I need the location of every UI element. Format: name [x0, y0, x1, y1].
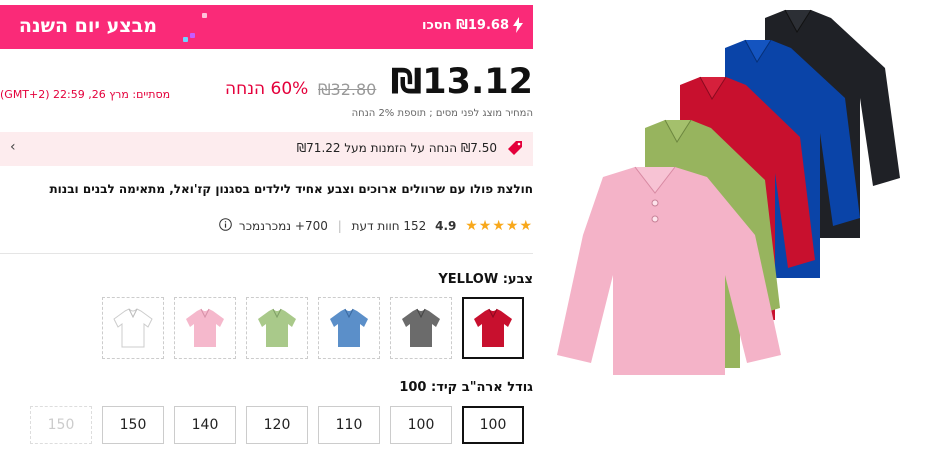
color-swatch-red[interactable]	[462, 297, 524, 359]
rating-row[interactable]: ★★★★★ 4.9 152 חוות דעת | 700+ נמכרנמכר	[219, 218, 533, 234]
product-title: חולצת פולו עם שרוולים ארוכים וצבע אחיד ל…	[49, 182, 533, 196]
coupon-bar[interactable]: ₪7.50 הנחה על הזמנות מעל ₪71.22 ‹	[0, 132, 533, 166]
color-swatch-green[interactable]	[246, 297, 308, 359]
shirt-thumbnail	[186, 308, 224, 347]
size-option[interactable]: 100	[462, 406, 524, 444]
size-option[interactable]: 140	[174, 406, 236, 444]
coupon-text: ₪7.50 הנחה על הזמנות מעל ₪71.22	[296, 141, 497, 155]
divider	[0, 253, 533, 254]
size-option[interactable]: 120	[246, 406, 308, 444]
size-option[interactable]: 110	[318, 406, 380, 444]
promo-banner: מבצע יום השנה ₪19.68 חסכו	[0, 5, 533, 49]
star-rating-icon: ★★★★★	[465, 218, 533, 234]
banner-title: מבצע יום השנה	[18, 15, 157, 37]
size-label: גודל ארה"ב קיד: 100	[399, 380, 533, 395]
shirt-thumbnail	[330, 308, 368, 347]
discount-label: 60% הנחה	[225, 79, 309, 99]
shirt-thumbnail	[402, 308, 440, 347]
color-swatch-white[interactable]	[102, 297, 164, 359]
sold-count: 700+ נמכרנמכר	[238, 219, 328, 233]
info-icon[interactable]	[219, 218, 232, 234]
original-price: ₪32.80	[318, 80, 377, 99]
chevron-left-icon[interactable]: ‹	[10, 139, 16, 155]
confetti-decoration	[190, 33, 195, 38]
product-panel: מבצע יום השנה ₪19.68 חסכו ₪13.12 ₪32.80 …	[0, 0, 533, 464]
shirt-thumbnail	[258, 308, 296, 347]
tax-note: המחיר מוצג לפני מסים ; תוספת 2% הנחה	[351, 108, 533, 119]
shirt-thumbnail	[474, 308, 512, 347]
color-swatch-blue[interactable]	[318, 297, 380, 359]
banner-savings: ₪19.68 חסכו	[421, 18, 509, 33]
current-price: ₪13.12	[390, 62, 533, 102]
color-swatch-pink[interactable]	[174, 297, 236, 359]
color-swatch-gray[interactable]	[390, 297, 452, 359]
size-option[interactable]: 150	[102, 406, 164, 444]
color-label: צבע: YELLOW	[438, 272, 533, 287]
product-image[interactable]	[545, 0, 927, 380]
size-option[interactable]: 100	[390, 406, 452, 444]
rating-value: 4.9	[435, 219, 457, 233]
size-option-disabled: 150	[30, 406, 92, 444]
shirt-thumbnail	[113, 308, 153, 348]
lightning-icon	[513, 17, 523, 37]
review-count[interactable]: 152 חוות דעת	[352, 219, 427, 233]
separator: |	[337, 219, 342, 233]
confetti-decoration	[183, 37, 188, 42]
sale-ends-timer: מסתיים: מרץ 26, 22:59 (GMT+2)	[0, 88, 171, 101]
confetti-decoration	[202, 13, 207, 18]
tag-icon	[507, 140, 523, 156]
